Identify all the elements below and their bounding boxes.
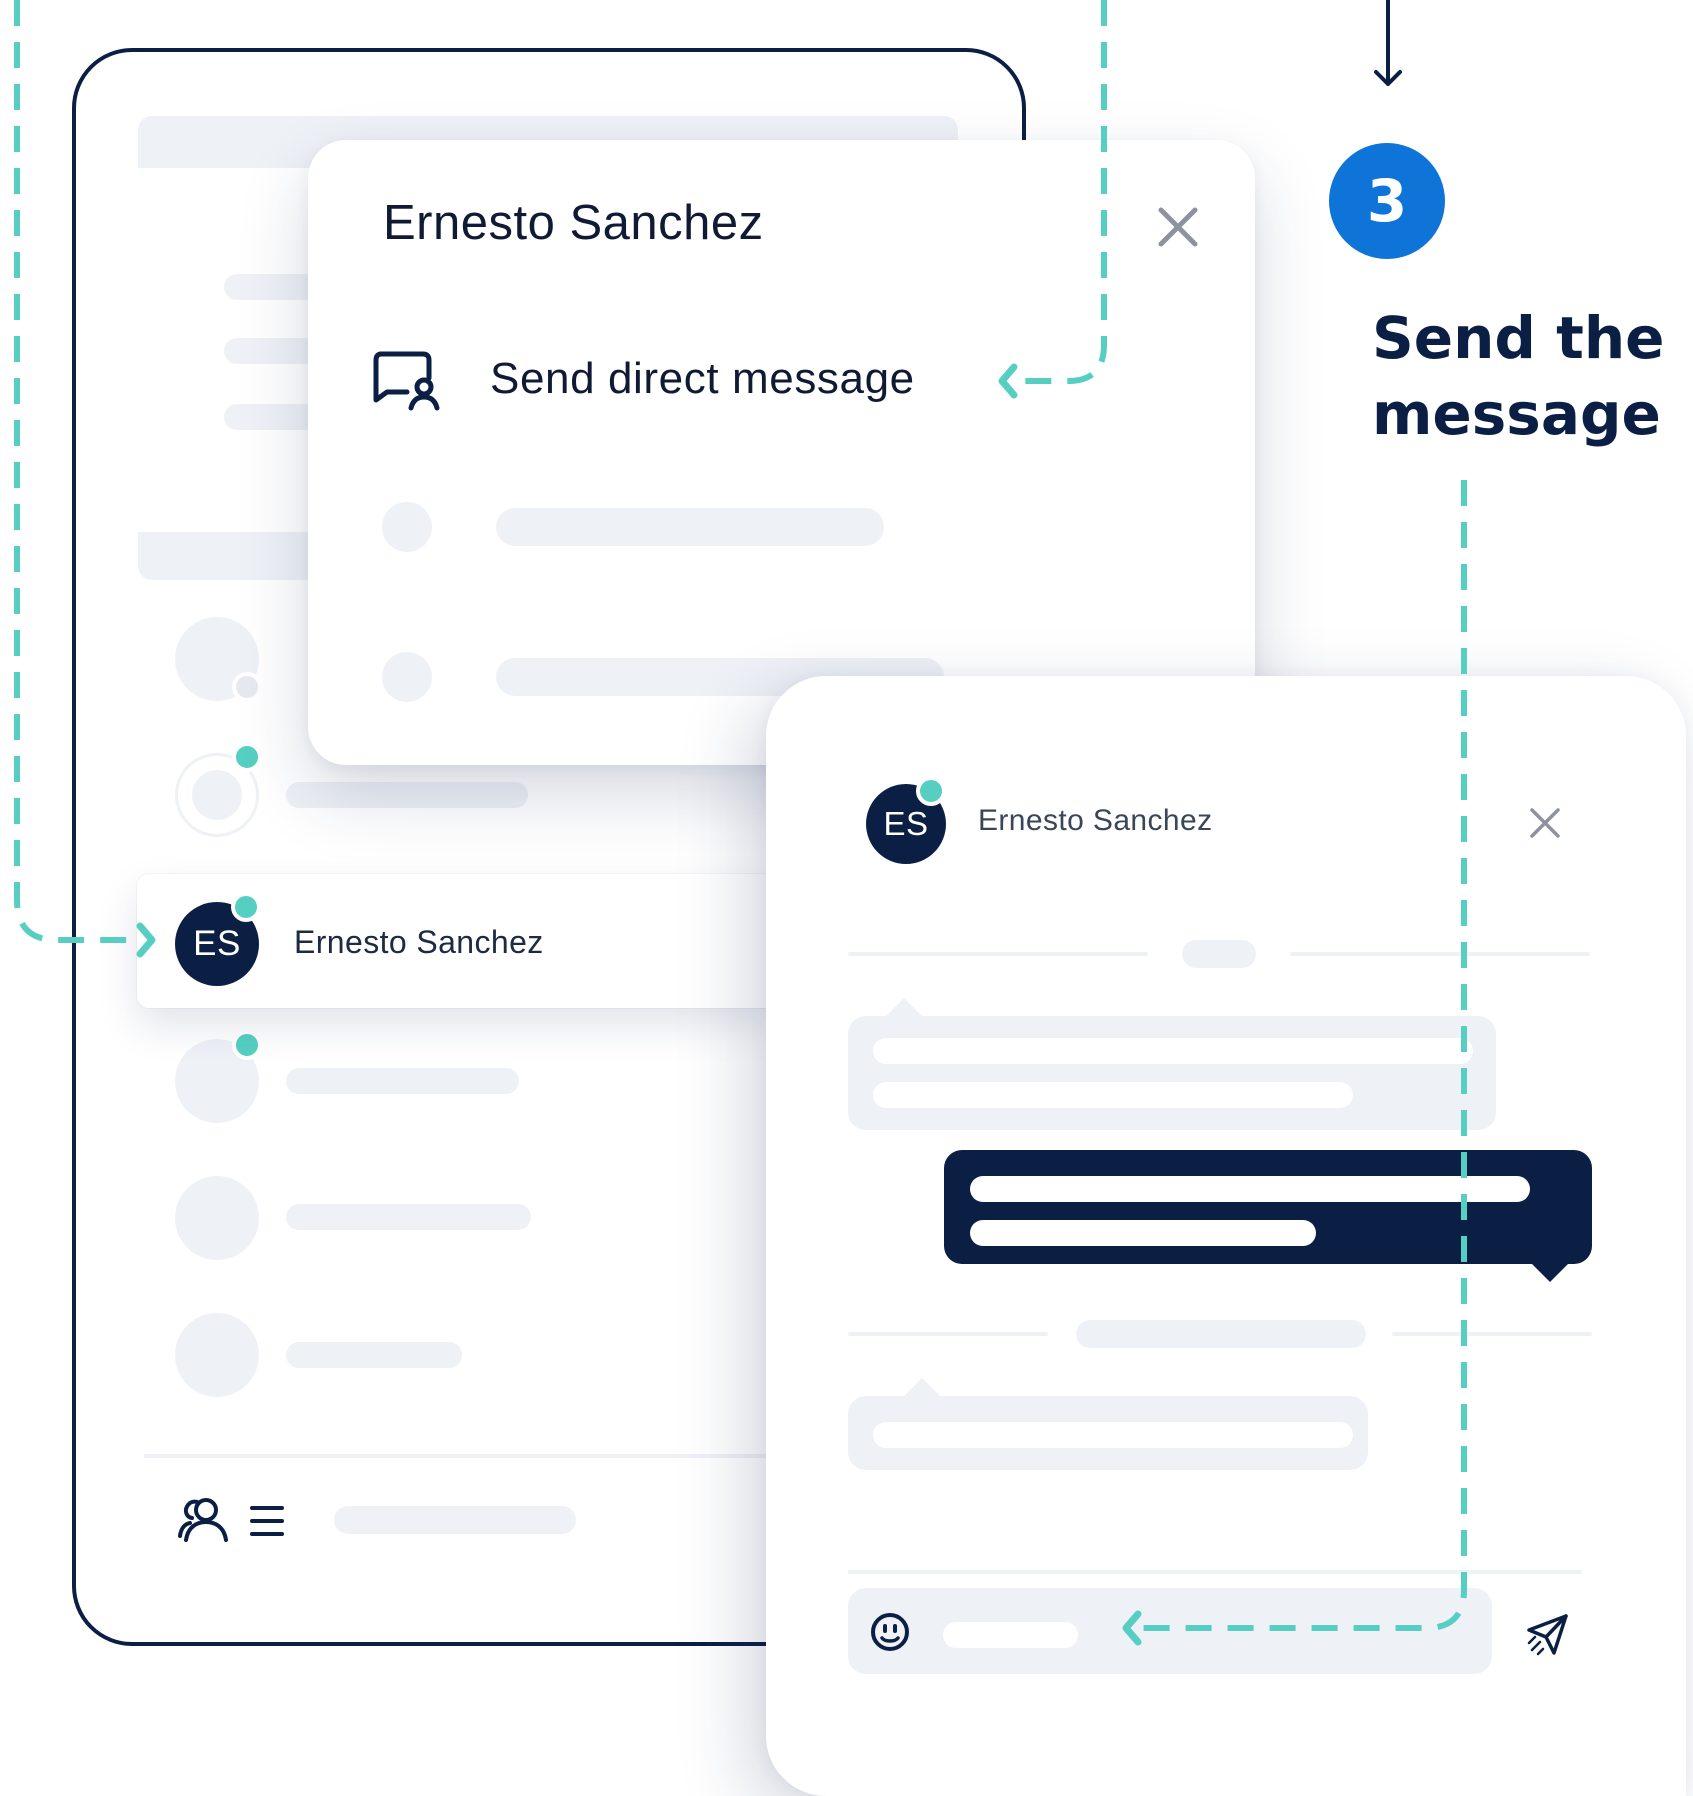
arrowhead-right xyxy=(136,922,156,958)
flow-connectors xyxy=(14,0,1467,1646)
arrowhead-left xyxy=(998,363,1018,399)
connector-popup xyxy=(1014,0,1107,384)
connector-input xyxy=(1138,480,1467,1631)
arrowhead-left xyxy=(1122,1610,1142,1646)
connector-left xyxy=(14,0,140,943)
